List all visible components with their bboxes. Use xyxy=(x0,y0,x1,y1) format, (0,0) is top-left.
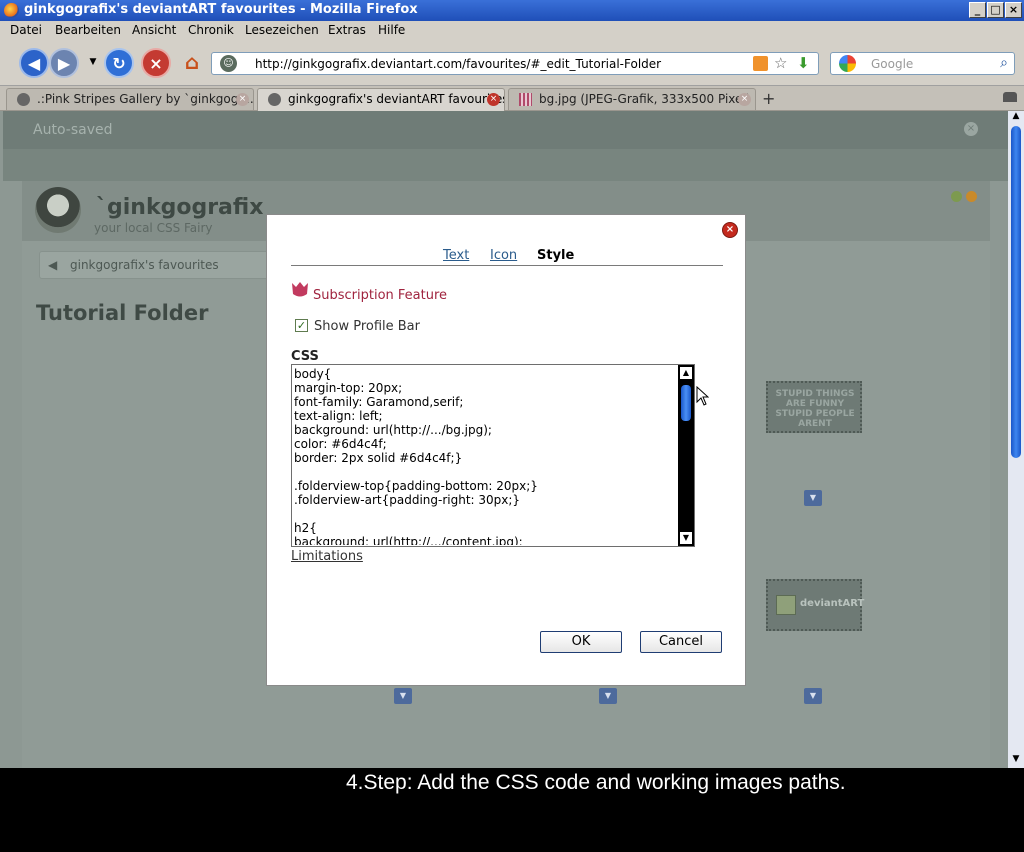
dialog-tabs: Text Icon Style xyxy=(291,248,723,266)
menu-bar: Datei Bearbeiten Ansicht Chronik Lesezei… xyxy=(0,21,1024,41)
search-bar[interactable]: Google ⌕ xyxy=(830,52,1015,75)
page-scrollbar[interactable]: ▲ ▼ xyxy=(1008,111,1024,768)
breadcrumb-label: ginkgografix's favourites xyxy=(70,258,219,272)
scroll-down-icon[interactable]: ▼ xyxy=(1008,754,1024,768)
tab-label: .:Pink Stripes Gallery by `ginkgogr... xyxy=(37,92,254,106)
scroll-up-icon[interactable]: ▲ xyxy=(680,367,692,379)
ok-button[interactable]: OK xyxy=(540,631,622,653)
css-label: CSS xyxy=(291,349,319,364)
chevron-down-icon[interactable]: ▼ xyxy=(804,490,822,506)
minimize-button[interactable]: _ xyxy=(969,2,986,18)
deviantart-favicon-icon xyxy=(268,93,281,106)
window-titlebar: ginkgografix's deviantART favourites - M… xyxy=(0,0,1024,21)
limitations-link[interactable]: Limitations xyxy=(291,549,363,564)
forward-icon[interactable]: ▶ xyxy=(49,48,79,78)
site-identity-icon[interactable]: ☺ xyxy=(220,55,237,72)
notification-icon[interactable] xyxy=(966,191,977,202)
close-icon[interactable]: × xyxy=(722,222,738,238)
tab-style[interactable]: Style xyxy=(537,248,574,263)
maximize-button[interactable]: □ xyxy=(987,2,1004,18)
stop-icon[interactable]: × xyxy=(141,48,171,78)
chevron-left-icon: ◀ xyxy=(48,258,58,272)
page-title: Tutorial Folder xyxy=(36,301,209,325)
close-icon[interactable]: × xyxy=(964,122,978,136)
download-icon[interactable]: ⬇ xyxy=(797,54,810,72)
close-tab-icon[interactable]: × xyxy=(738,93,751,106)
menu-datei[interactable]: Datei xyxy=(10,23,42,37)
bookmark-star-icon[interactable]: ☆ xyxy=(774,54,787,72)
home-icon[interactable]: ⌂ xyxy=(177,48,207,78)
menu-extras[interactable]: Extras xyxy=(328,23,366,37)
new-tab-icon[interactable]: + xyxy=(762,89,775,108)
back-icon[interactable]: ◀ xyxy=(19,48,49,78)
thumbnail-stupid-things[interactable]: STUPID THINGS ARE FUNNY STUPID PEOPLE AR… xyxy=(766,381,862,433)
tab-bar: .:Pink Stripes Gallery by `ginkgogr... ×… xyxy=(0,86,1024,111)
thumbnail-text: deviantART xyxy=(800,598,865,609)
firefox-icon xyxy=(4,3,19,18)
history-dropdown-icon[interactable]: ▼ xyxy=(87,48,99,78)
header-band xyxy=(3,149,1008,181)
css-code[interactable]: body{ margin-top: 20px; font-family: Gar… xyxy=(294,367,676,545)
tab-icon[interactable]: Icon xyxy=(490,248,517,263)
navigation-toolbar: ◀ ▶ ▼ ↻ × ⌂ ☺ http://ginkgografix.devian… xyxy=(0,41,1024,86)
search-icon[interactable]: ⌕ xyxy=(1000,55,1008,71)
deviantart-favicon-icon xyxy=(17,93,30,106)
menu-chronik[interactable]: Chronik xyxy=(188,23,234,37)
window-title: ginkgografix's deviantART favourites - M… xyxy=(24,2,418,17)
close-window-button[interactable]: × xyxy=(1005,2,1022,18)
message-icon[interactable] xyxy=(951,191,962,202)
chevron-down-icon[interactable]: ▼ xyxy=(599,688,617,704)
chevron-down-icon[interactable]: ▼ xyxy=(394,688,412,704)
url-text[interactable]: http://ginkgografix.deviantart.com/favou… xyxy=(255,57,661,71)
scrollbar-thumb[interactable] xyxy=(681,385,691,421)
breadcrumb[interactable]: ◀ ginkgografix's favourites xyxy=(39,251,273,279)
scrollbar-thumb[interactable] xyxy=(1011,126,1021,458)
tab-bg-jpg[interactable]: bg.jpg (JPEG-Grafik, 333x500 Pixel) × xyxy=(508,88,756,110)
mouse-cursor-icon xyxy=(696,386,709,406)
scroll-down-icon[interactable]: ▼ xyxy=(680,532,692,544)
search-placeholder[interactable]: Google xyxy=(871,57,913,71)
autosaved-bar: Auto-saved × xyxy=(3,111,1008,149)
subscription-feature-text: Subscription Feature xyxy=(313,288,448,303)
tab-label: bg.jpg (JPEG-Grafik, 333x500 Pixel) xyxy=(539,92,751,106)
url-bar[interactable]: ☺ http://ginkgografix.deviantart.com/fav… xyxy=(211,52,819,75)
menu-ansicht[interactable]: Ansicht xyxy=(132,23,176,37)
show-profile-bar-checkbox[interactable]: ✓ xyxy=(295,319,308,332)
avatar[interactable] xyxy=(35,187,81,233)
menu-bearbeiten[interactable]: Bearbeiten xyxy=(55,23,121,37)
cancel-button[interactable]: Cancel xyxy=(640,631,722,653)
tutorial-caption: 4.Step: Add the CSS code and working ima… xyxy=(346,771,846,794)
rss-icon[interactable] xyxy=(753,56,768,71)
subscription-crown-icon xyxy=(292,282,308,297)
thumbnail-deviantart[interactable]: deviantART xyxy=(766,579,865,631)
reload-icon[interactable]: ↻ xyxy=(104,48,134,78)
thumbnail-text: STUPID THINGS ARE FUNNY STUPID PEOPLE AR… xyxy=(775,389,855,429)
chevron-down-icon[interactable]: ▼ xyxy=(804,688,822,704)
menu-lesezeichen[interactable]: Lesezeichen xyxy=(245,23,319,37)
autosaved-text: Auto-saved xyxy=(33,122,113,138)
tab-label: ginkgografix's deviantART favourites xyxy=(288,92,505,106)
username[interactable]: `ginkgografix xyxy=(96,195,263,220)
show-profile-bar-label[interactable]: Show Profile Bar xyxy=(314,319,420,334)
tab-pink-stripes[interactable]: .:Pink Stripes Gallery by `ginkgogr... × xyxy=(6,88,254,110)
css-scrollbar[interactable]: ▲ ▼ xyxy=(678,365,694,546)
deviantart-logo-icon xyxy=(776,595,796,615)
menu-hilfe[interactable]: Hilfe xyxy=(378,23,405,37)
tab-list-icon[interactable] xyxy=(1003,92,1017,102)
google-icon[interactable] xyxy=(839,55,856,72)
close-tab-icon[interactable]: × xyxy=(487,93,500,106)
tab-text[interactable]: Text xyxy=(443,248,469,263)
tab-favourites[interactable]: ginkgografix's deviantART favourites × xyxy=(257,88,505,111)
scroll-up-icon[interactable]: ▲ xyxy=(1008,111,1024,125)
close-tab-icon[interactable]: × xyxy=(236,93,249,106)
image-favicon-icon xyxy=(519,93,532,106)
edit-folder-dialog: × Text Icon Style Subscription Feature ✓… xyxy=(266,214,746,686)
css-textarea[interactable]: body{ margin-top: 20px; font-family: Gar… xyxy=(291,364,695,547)
tagline: your local CSS Fairy xyxy=(94,221,213,235)
screen: ginkgografix's deviantART favourites - M… xyxy=(0,0,1024,768)
